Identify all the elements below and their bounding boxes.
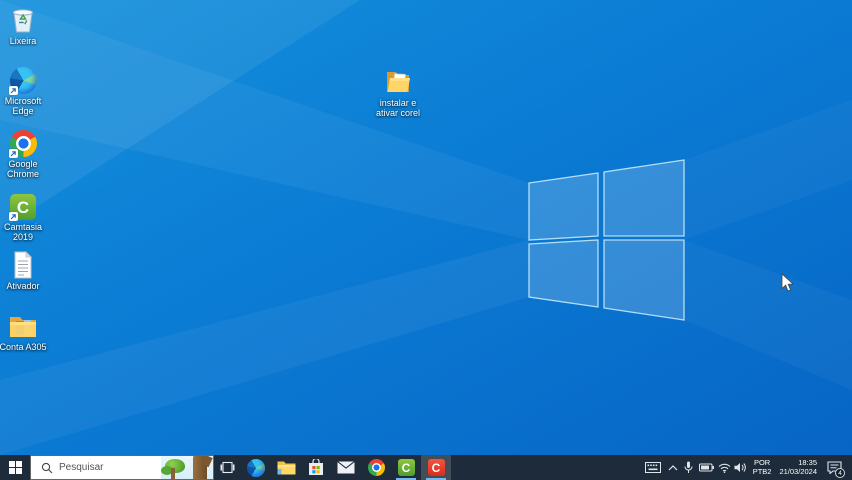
shortcut-arrow-icon (9, 212, 18, 221)
desktop-icon-label: instalar e ativar corel (369, 99, 427, 118)
mouse-cursor (781, 273, 795, 293)
desktop-icon-edge[interactable]: Microsoft Edge (0, 64, 55, 116)
desktop-icon-camtasia[interactable]: C Camtasia 2019 (0, 190, 55, 242)
desktop-icon-recycle-bin[interactable]: Lixeira (0, 4, 55, 47)
desktop-icon-chrome[interactable]: Google Chrome (0, 127, 55, 179)
action-center-button[interactable]: 4 (821, 455, 847, 480)
search-input[interactable] (59, 462, 154, 473)
taskbar-search[interactable] (30, 455, 214, 480)
open-folder-icon (383, 66, 413, 96)
taskbar-app-file-explorer[interactable] (271, 455, 301, 480)
task-view-icon (220, 461, 235, 474)
language-indicator[interactable]: POR PTB2 (749, 459, 776, 476)
edge-icon (247, 459, 265, 477)
desktop-icon-label: Conta A305 (0, 343, 47, 353)
taskbar-app-edge[interactable] (241, 455, 271, 480)
search-highlight-image[interactable] (161, 456, 213, 479)
battery-icon (699, 463, 714, 472)
taskbar-app-store[interactable] (301, 455, 331, 480)
chrome-icon (10, 127, 37, 157)
folder-icon (8, 310, 38, 340)
clock-date: 21/03/2024 (779, 468, 817, 477)
desktop-icon-instalar-corel[interactable]: instalar e ativar corel (366, 66, 430, 118)
recycle-bin-icon (10, 4, 36, 34)
microphone-tray-button[interactable] (681, 455, 697, 480)
mail-icon (337, 461, 355, 474)
taskbar-app-mail[interactable] (331, 455, 361, 480)
task-view-button[interactable] (214, 455, 241, 480)
desktop-icon-conta-folder[interactable]: Conta A305 (0, 310, 55, 353)
touch-keyboard-icon (645, 462, 661, 473)
desktop-area[interactable]: Lixeira Microsoft Edge Google Chrome C (0, 0, 852, 455)
edge-icon (10, 64, 37, 94)
taskbar-app-chrome[interactable] (361, 455, 391, 480)
system-tray: POR PTB2 18:35 21/03/2024 4 (641, 455, 852, 480)
desktop-icon-label: Microsoft Edge (0, 97, 52, 116)
desktop-icon-ativador[interactable]: Ativador (0, 249, 55, 292)
windows-start-icon (9, 461, 22, 474)
volume-tray-button[interactable] (733, 455, 749, 480)
desktop-icon-label: Lixeira (10, 37, 37, 47)
shortcut-arrow-icon (9, 149, 18, 158)
wifi-icon (718, 463, 731, 473)
start-button[interactable] (0, 455, 30, 480)
notification-count-badge: 4 (835, 468, 845, 478)
microsoft-store-icon (308, 459, 324, 476)
chrome-icon (368, 459, 385, 476)
speaker-icon (734, 462, 747, 473)
chevron-up-icon (668, 465, 678, 471)
taskbar-clock[interactable]: 18:35 21/03/2024 (775, 459, 821, 476)
wifi-tray-button[interactable] (717, 455, 733, 480)
battery-tray-button[interactable] (697, 455, 717, 480)
corel-icon: C (428, 459, 445, 476)
file-explorer-icon (277, 460, 296, 476)
desktop-icon-label: Camtasia 2019 (0, 223, 52, 242)
touch-keyboard-button[interactable] (641, 455, 665, 480)
taskbar: C C (0, 455, 852, 480)
search-icon (41, 462, 53, 474)
camtasia-icon: C (10, 190, 36, 220)
taskbar-app-corel[interactable]: C (421, 455, 451, 480)
shortcut-arrow-icon (9, 86, 18, 95)
camtasia-icon: C (398, 459, 415, 476)
desktop-icon-label: Ativador (6, 282, 39, 292)
keyboard-layout: PTB2 (753, 468, 772, 477)
desktop-icon-label: Google Chrome (0, 160, 52, 179)
hidden-icons-chevron[interactable] (665, 455, 681, 480)
windows-desktop: { "desktop": { "icons": [ {"label": "Lix… (0, 0, 852, 480)
microphone-icon (684, 461, 693, 474)
taskbar-app-camtasia[interactable]: C (391, 455, 421, 480)
text-document-icon (12, 249, 34, 279)
